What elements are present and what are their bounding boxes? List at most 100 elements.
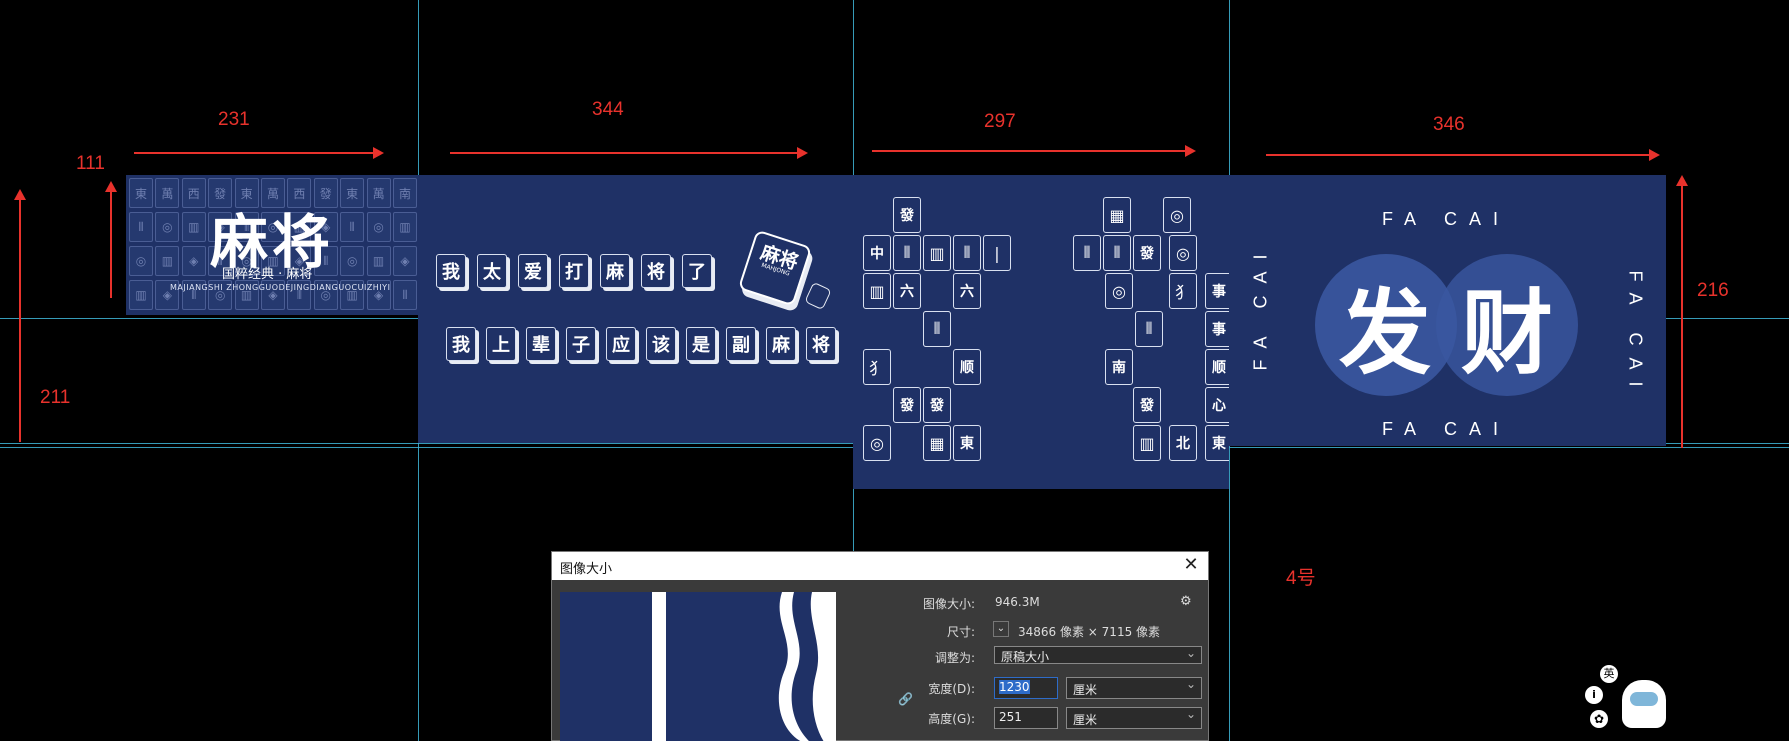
panel2-row1-tile: 爱 xyxy=(518,254,548,288)
settings-icon[interactable]: ✿ xyxy=(1590,710,1608,728)
width-label: 宽度(D): xyxy=(928,682,975,696)
panel3-tile: 心 xyxy=(1205,387,1229,423)
panel2-row2-tile: 麻 xyxy=(766,327,796,361)
facai-text-left: FA CAI xyxy=(1250,242,1271,371)
ime-toolbar[interactable]: 英 i ✿ xyxy=(1582,662,1672,732)
panel3-pattern-tile: ⺨ xyxy=(1169,273,1197,309)
panel1-bg-tile: 萬 xyxy=(366,178,391,208)
panel1-bg-tile: ▥ xyxy=(181,212,206,242)
panel1-bg-tile: ⦀ xyxy=(393,280,417,310)
panel3-pattern-tile: ◎ xyxy=(1169,235,1197,271)
dim-label-211: 211 xyxy=(40,387,71,408)
image-size-dialog[interactable]: 图像大小 ✕ 图像大小: 946.3M ⚙ 尺寸: ⌄ 34866 像素 × 7… xyxy=(551,551,1209,741)
image-size-label: 图像大小: xyxy=(922,597,975,611)
panel2-row2-tile: 将 xyxy=(806,327,836,361)
panel1-pinyin: MAJIANGSHI ZHONGGUODEJINGDIANGUOCUIZHIYI xyxy=(170,283,391,292)
panel2-row2-tile: 副 xyxy=(726,327,756,361)
height-input[interactable]: 251 xyxy=(994,707,1058,729)
height-label: 高度(G): xyxy=(928,712,975,726)
panel1-bg-tile: ⦀ xyxy=(129,212,153,242)
fit-to-label: 调整为: xyxy=(934,651,975,665)
panel2-row2-tile: 子 xyxy=(566,327,596,361)
panel1-bg-tile: ▥ xyxy=(155,246,180,276)
dim-label-231: 231 xyxy=(218,109,250,130)
chevron-down-icon[interactable]: ⌄ xyxy=(993,621,1009,637)
panel3-tile: 發 xyxy=(893,387,921,423)
height-unit-select[interactable]: 厘米 xyxy=(1066,707,1202,729)
panel1-subtitle: 国粹经典 · 麻将 xyxy=(222,267,313,282)
image-size-value: 946.3M xyxy=(995,595,1040,609)
panel2-row2-tile: 该 xyxy=(646,327,676,361)
dim-arrow-297 xyxy=(872,145,1196,157)
dim-arrow-216 xyxy=(1676,175,1688,448)
panel3-pattern-tile: ▥ xyxy=(863,273,891,309)
panel3-tile: 顺 xyxy=(1205,349,1229,385)
panel3-pattern-tile: ▦ xyxy=(1103,197,1131,233)
panel1-bg-tile: ▥ xyxy=(393,212,417,242)
facai-text-top: FA CAI xyxy=(1382,209,1511,229)
fit-to-select[interactable]: 原稿大小 xyxy=(994,646,1202,664)
design-panel-2[interactable]: 我太爱打麻将了 我上辈子应该是副麻将 麻将 MAHJONG xyxy=(418,175,853,443)
preview-shape xyxy=(778,592,836,741)
dim-label-111: 111 xyxy=(76,153,105,174)
panel1-bg-tile: ◎ xyxy=(155,212,180,242)
width-value: 1230 xyxy=(999,680,1030,694)
panel3-pattern-tile: ⦀ xyxy=(1073,235,1101,271)
panel1-bg-tile: ◈ xyxy=(181,246,206,276)
panel3-tile: 發 xyxy=(893,197,921,233)
panel2-row2-tile: 应 xyxy=(606,327,636,361)
dim-arrow-344 xyxy=(450,147,808,159)
dim-arrow-346 xyxy=(1266,149,1660,161)
dialog-preview xyxy=(560,592,836,741)
panel3-tile: 發 xyxy=(1133,387,1161,423)
width-input[interactable]: 1230 xyxy=(994,677,1058,699)
width-unit-select[interactable]: 厘米 xyxy=(1066,677,1202,699)
panel1-bg-tile: ◎ xyxy=(340,246,365,276)
panel3-pattern-tile: ⦀ xyxy=(1103,235,1131,271)
design-panel-3[interactable]: 發中六六大顺發發東發南事事顺發心北東⦀▥⦀|▥⦀⺨◎▦▦◎⦀⦀◎◎⺨⦀▥ xyxy=(853,175,1229,489)
dim-label-4: 4号 xyxy=(1286,568,1316,589)
design-panel-1[interactable]: 東萬西發東萬西發東萬南 ⦀ ◎ ▥ ◈ ⦀ ◎ ▥ ◈ ⦀ ◎ ▥ ◎ ▥ ◈ ⦀ ◎ ▥ ◈ ⦀ ◎ ▥ ◈ ▥ ◈ ⦀ ◎ ▥ ◈ ⦀… xyxy=(126,175,418,315)
panel3-tile: 六 xyxy=(893,273,921,309)
panel2-row2-tile: 我 xyxy=(446,327,476,361)
preview-stripe xyxy=(652,592,666,741)
panel3-tile: 事 xyxy=(1205,311,1229,347)
panel3-pattern-tile: | xyxy=(983,235,1011,271)
panel1-bg-tile: ⦀ xyxy=(340,212,365,242)
panel1-bg-tile: 西 xyxy=(181,178,206,208)
dimensions-value: 34866 像素 × 7115 像素 xyxy=(1018,625,1161,639)
panel3-tile: 東 xyxy=(1205,425,1229,461)
dim-arrow-211 xyxy=(14,189,26,442)
panel1-bg-tile: ▥ xyxy=(366,246,391,276)
panel2-row1-tile: 将 xyxy=(641,254,671,288)
ime-lang-button[interactable]: 英 xyxy=(1600,665,1618,683)
mascot-icon[interactable] xyxy=(1622,680,1666,728)
dimensions-label: 尺寸: xyxy=(946,625,975,639)
panel3-pattern-tile: ▥ xyxy=(1133,425,1161,461)
panel1-bg-tile: ◎ xyxy=(366,212,391,242)
dice-icon xyxy=(804,281,832,311)
dim-arrow-111 xyxy=(105,181,117,298)
panel3-tile: 發 xyxy=(923,387,951,423)
design-panel-4[interactable]: 发 财 FA CAI FA CAI FA CAI FA CAI xyxy=(1229,175,1666,446)
facai-char-cai: 财 xyxy=(1461,279,1554,387)
info-icon[interactable]: i xyxy=(1585,686,1603,704)
panel3-pattern-tile: ◎ xyxy=(1163,197,1191,233)
panel3-pattern-tile: ⦀ xyxy=(923,311,951,347)
panel3-pattern-tile: ▥ xyxy=(923,235,951,271)
panel2-row1-tile: 我 xyxy=(436,254,466,288)
panel1-bg-tile: ◎ xyxy=(129,246,153,276)
panel1-bg-tile: ▥ xyxy=(129,280,153,310)
panel2-row1-tile: 太 xyxy=(477,254,507,288)
facai-text-bottom: FA CAI xyxy=(1382,419,1511,439)
panel2-row2-tile: 是 xyxy=(686,327,716,361)
panel3-pattern-tile: ⦀ xyxy=(1135,311,1163,347)
dim-label-297: 297 xyxy=(984,111,1016,132)
panel3-pattern-tile: ▦ xyxy=(923,425,951,461)
panel3-tile: 事 xyxy=(1205,273,1229,309)
gear-icon[interactable]: ⚙ xyxy=(1180,594,1192,609)
facai-text-right: FA CAI xyxy=(1625,270,1646,399)
dialog-title: 图像大小 xyxy=(560,562,613,577)
close-icon[interactable]: ✕ xyxy=(1180,555,1202,577)
panel1-bg-tile: 東 xyxy=(129,178,153,208)
